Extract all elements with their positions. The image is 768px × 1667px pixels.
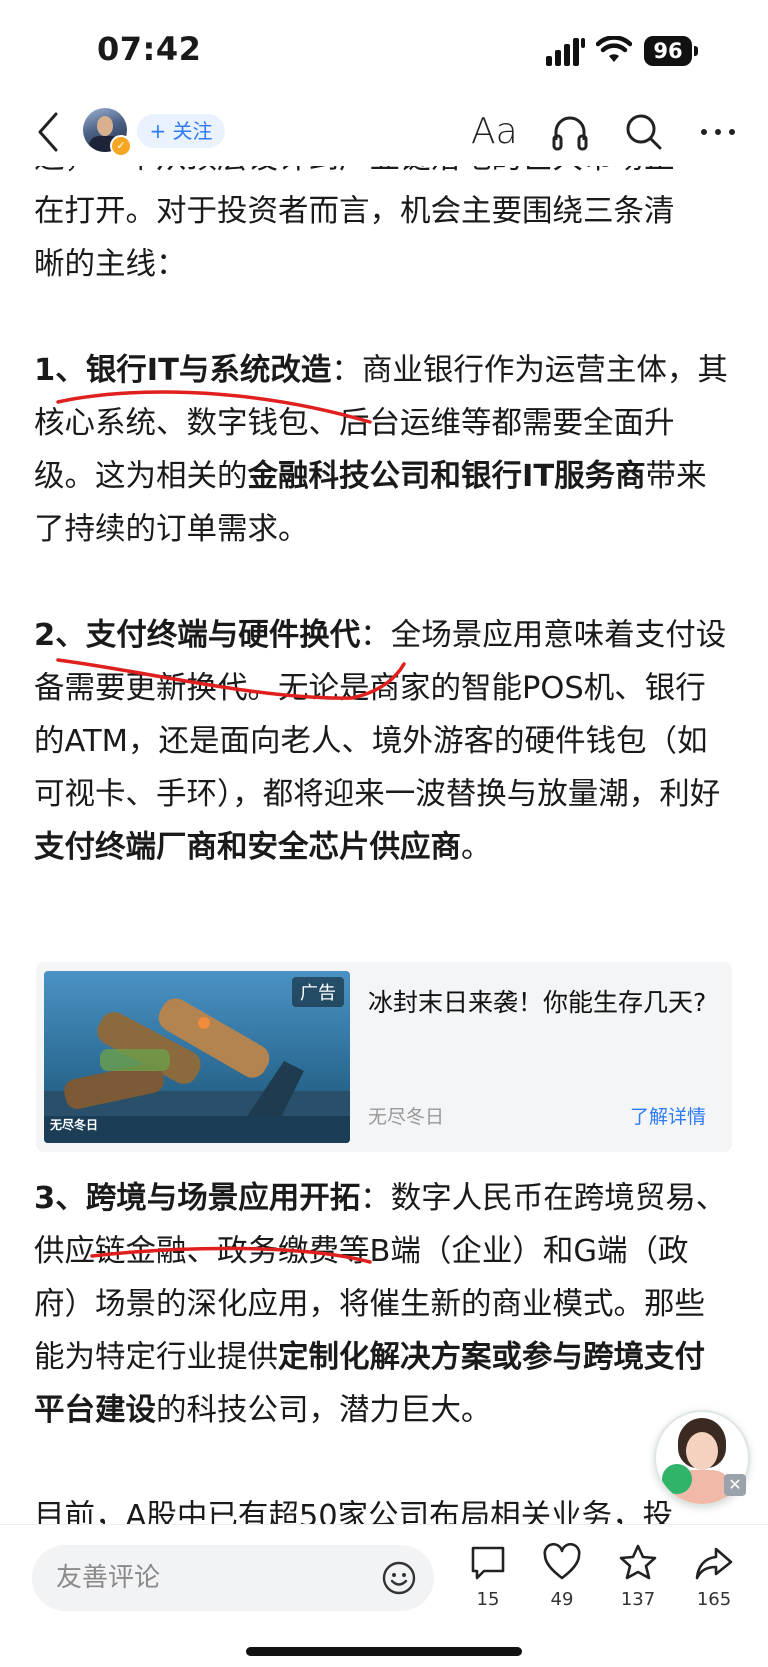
share-button[interactable]: 165 bbox=[684, 1543, 744, 1610]
ad-title[interactable]: 冰封末日来袭！你能生存几天? bbox=[368, 984, 708, 1022]
emoji-icon[interactable] bbox=[382, 1561, 416, 1595]
paragraph-text: 的科技公司，潜力巨大。 bbox=[156, 1393, 492, 1428]
ad-tag[interactable]: 广告 bbox=[292, 977, 344, 1007]
intro-line: 晰的主线： bbox=[34, 247, 187, 282]
intro-line: 在打开。对于投资者而言，机会主要围绕三条清 bbox=[34, 194, 675, 229]
comment-button[interactable]: 15 bbox=[458, 1543, 518, 1610]
search-icon[interactable] bbox=[622, 110, 666, 154]
more-options-icon[interactable] bbox=[696, 110, 740, 154]
ad-source: 无尽冬日 bbox=[368, 1106, 445, 1128]
paragraph-text: 。 bbox=[461, 830, 492, 865]
ad-brand-watermark: 无尽冬日 bbox=[50, 1118, 99, 1132]
ad-card[interactable]: 广告 无尽冬日 冰封末日来袭！你能生存几天? 无尽冬日 了解详情 bbox=[36, 962, 732, 1152]
back-arrow-icon[interactable] bbox=[34, 108, 64, 156]
favorite-button[interactable]: 137 bbox=[608, 1543, 668, 1610]
close-icon[interactable]: ✕ bbox=[724, 1474, 746, 1496]
status-time: 07:42 bbox=[97, 30, 202, 68]
favorite-count: 137 bbox=[620, 1589, 656, 1610]
paragraph-payment-terminal: 2、支付终端与硬件换代：全场景应用意味着支付设备需要更新换代。无论是商家的智能P… bbox=[34, 609, 734, 874]
share-icon bbox=[695, 1547, 733, 1580]
headphones-icon[interactable] bbox=[548, 110, 592, 154]
like-count: 49 bbox=[550, 1589, 574, 1610]
paragraph-cross-border: 3、跨境与场景应用开拓：数字人民币在跨境贸易、供应链金融、政务缴费等B端（企业）… bbox=[34, 1172, 734, 1437]
status-bar: 07:42 96 bbox=[0, 0, 768, 100]
ad-learn-more-link[interactable]: 了解详情 bbox=[630, 1102, 706, 1129]
battery-level: 96 bbox=[644, 36, 692, 66]
font-size-button[interactable]: Aa bbox=[471, 110, 518, 154]
article-body: 近，一个从顶层设计到产业链落地的巨大市场正 在打开。对于投资者而言，机会主要围绕… bbox=[34, 140, 734, 1543]
comment-icon bbox=[471, 1546, 505, 1580]
cellular-signal-icon bbox=[546, 38, 585, 66]
bottom-action-bar: 友善评论 15 49 137 165 bbox=[0, 1524, 768, 1667]
paragraph-heading: 2、支付终端与硬件换代 bbox=[34, 618, 361, 653]
paragraph-bold: 支付终端厂商和安全芯片供应商 bbox=[34, 830, 461, 865]
comment-placeholder: 友善评论 bbox=[56, 1563, 161, 1593]
share-count: 165 bbox=[696, 1589, 732, 1610]
paragraph-bold: 金融科技公司和银行IT服务商 bbox=[247, 459, 646, 494]
top-nav-bar: ✓ + 关注 Aa bbox=[0, 100, 768, 166]
paragraph-bank-it: 1、银行IT与系统改造：商业银行作为运营主体，其核心系统、数字钱包、后台运维等都… bbox=[34, 344, 734, 556]
home-indicator[interactable] bbox=[246, 1647, 522, 1656]
battery-indicator: 96 bbox=[644, 36, 698, 66]
wifi-icon bbox=[596, 36, 632, 62]
follow-button[interactable]: + 关注 bbox=[137, 114, 225, 148]
like-button[interactable]: 49 bbox=[532, 1543, 592, 1610]
comment-count: 15 bbox=[476, 1589, 500, 1610]
paragraph-heading: 3、跨境与场景应用开拓 bbox=[34, 1181, 361, 1216]
verified-badge-icon: ✓ bbox=[110, 135, 132, 157]
paragraph-heading: 1、银行IT与系统改造 bbox=[34, 353, 332, 388]
comment-input[interactable]: 友善评论 bbox=[32, 1545, 434, 1611]
heart-icon bbox=[543, 1543, 581, 1580]
star-icon bbox=[619, 1544, 657, 1580]
ad-image[interactable]: 广告 无尽冬日 bbox=[44, 971, 350, 1143]
